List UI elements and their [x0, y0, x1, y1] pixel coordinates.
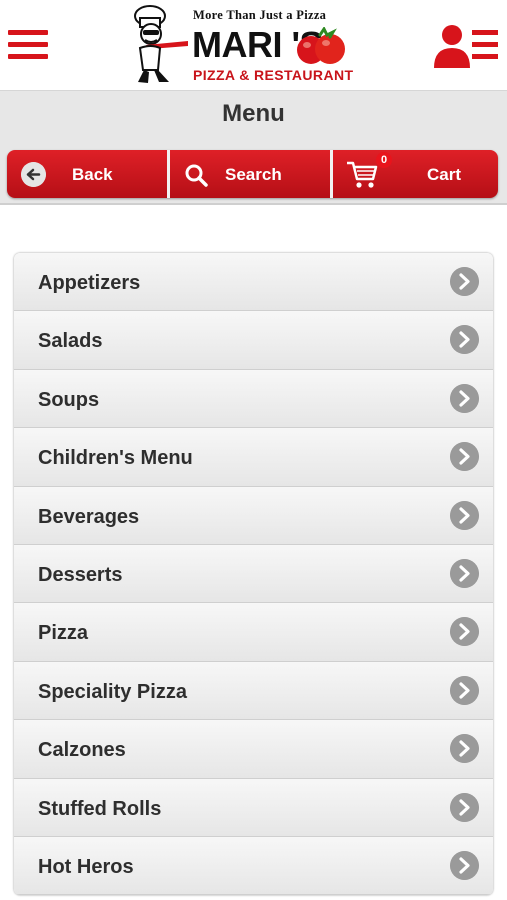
chevron-right-icon [450, 500, 479, 530]
menu-item-appetizers[interactable]: Appetizers [14, 253, 493, 312]
menu-item-hot-heros[interactable]: Hot Heros [14, 836, 493, 896]
menu-item-label: Children's Menu [38, 447, 193, 470]
search-icon [185, 164, 208, 187]
menu-item-label: Soups [38, 388, 100, 411]
back-button[interactable]: Back [7, 150, 167, 198]
menu-item-soups[interactable]: Soups [14, 369, 493, 429]
menu-item-stuffed-rolls[interactable]: Stuffed Rolls [14, 778, 493, 837]
menu-item-label: Appetizers [38, 272, 141, 294]
menu-item-salads[interactable]: Salads [14, 311, 493, 370]
chevron-right-icon [450, 442, 479, 472]
menu-item-childrens-menu[interactable]: Children's Menu [14, 428, 493, 487]
nav-bar: Back Search 0 Cart [7, 150, 498, 198]
app-header: More Than Just a Pizza MARI 'S PIZZA & R… [0, 0, 507, 91]
menu-item-label: Salads [38, 330, 103, 353]
chevron-right-icon [450, 675, 479, 705]
account-icon[interactable] [432, 24, 500, 68]
chevron-right-icon [450, 267, 479, 296]
tomato-icon [297, 27, 345, 64]
menu-item-label: Stuffed Rolls [38, 797, 162, 820]
chevron-right-icon [450, 734, 479, 764]
chevron-right-icon [450, 792, 479, 822]
cart-button[interactable]: 0 Cart [330, 150, 498, 198]
menu-category-list: Appetizers Salads Soups Children's Menu … [14, 253, 493, 896]
cart-label: Cart [427, 165, 462, 184]
search-label: Search [225, 165, 282, 184]
menu-item-label: Pizza [38, 622, 89, 645]
menu-item-desserts[interactable]: Desserts [14, 544, 493, 604]
restaurant-logo[interactable]: More Than Just a Pizza MARI 'S PIZZA & R… [126, 4, 381, 86]
back-arrow-icon [21, 162, 46, 187]
title-bar: Menu Back Search 0 Cart [0, 91, 507, 205]
back-label: Back [72, 165, 113, 184]
chevron-right-icon [450, 850, 479, 880]
page-title: Menu [222, 100, 285, 127]
chef-mascot [134, 5, 188, 83]
menu-item-label: Hot Heros [38, 855, 134, 878]
menu-item-label: Desserts [38, 563, 123, 586]
chevron-right-icon [450, 383, 479, 413]
menu-item-calzones[interactable]: Calzones [14, 720, 493, 779]
cart-count-badge: 0 [376, 152, 392, 168]
logo-tagline: More Than Just a Pizza [193, 8, 327, 22]
menu-item-label: Beverages [38, 505, 140, 528]
menu-item-label: Calzones [38, 739, 126, 762]
chevron-right-icon [450, 558, 479, 588]
menu-item-speciality-pizza[interactable]: Speciality Pizza [14, 661, 493, 721]
cart-icon [347, 161, 378, 188]
menu-icon[interactable] [8, 30, 48, 64]
chevron-right-icon [450, 325, 479, 355]
menu-item-label: Speciality Pizza [38, 680, 187, 703]
logo-subtitle: PIZZA & RESTAURANT [193, 67, 354, 83]
menu-item-beverages[interactable]: Beverages [14, 486, 493, 545]
menu-item-pizza[interactable]: Pizza [14, 603, 493, 662]
chevron-right-icon [450, 617, 479, 647]
search-button[interactable]: Search [167, 150, 330, 198]
